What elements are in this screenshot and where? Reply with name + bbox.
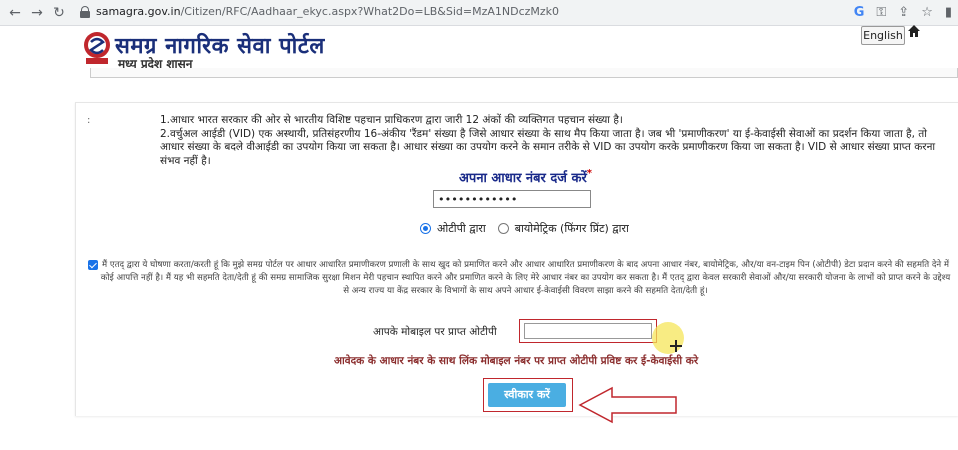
left-arrow-icon — [578, 386, 677, 424]
crosshair-cursor-icon — [670, 340, 682, 352]
lock-icon[interactable] — [80, 6, 90, 18]
otp-radio[interactable] — [420, 222, 431, 234]
aadhaar-heading-text: अपना आधार नंबर दर्ज करें — [459, 171, 587, 186]
otp-label: आपके मोबाइल पर प्राप्त ओटीपी — [373, 326, 497, 338]
aadhaar-heading: अपना आधार नंबर दर्ज करें* — [459, 168, 592, 186]
browser-toolbar: ← → ↻ samagra.gov.in/Citizen/RFC/Aadhaar… — [0, 0, 958, 26]
required-mark: * — [586, 168, 593, 179]
biometric-radio[interactable] — [497, 222, 509, 234]
aadhaar-info-text: 1.आधार भारत सरकार की ओर से भारतीय विशिष्… — [160, 114, 950, 168]
url-path: /Citizen/RFC/Aadhaar_ekyc.aspx?What2Do=L… — [180, 5, 560, 18]
otp-input[interactable] — [524, 323, 652, 339]
google-icon[interactable]: G — [854, 3, 865, 23]
otp-instruction-note: आवेदक के आधार नंबर के साथ लिंक मोबाइल नं… — [334, 355, 699, 367]
header-divider — [90, 68, 958, 78]
star-icon[interactable]: ☆ — [921, 3, 933, 23]
sidebar-icon[interactable]: ▮ — [945, 3, 952, 23]
reload-icon[interactable]: ↻ — [50, 4, 68, 22]
key-icon[interactable]: ⚿ — [876, 3, 886, 23]
address-bar[interactable]: samagra.gov.in/Citizen/RFC/Aadhaar_ekyc.… — [74, 2, 866, 24]
share-icon[interactable]: ⇪ — [898, 3, 909, 23]
consent-checkbox[interactable] — [88, 260, 98, 270]
url-text: samagra.gov.in/Citizen/RFC/Aadhaar_ekyc.… — [96, 5, 559, 18]
info-bullet: : — [87, 115, 91, 126]
aadhaar-number-input[interactable] — [433, 190, 591, 208]
consent-text: मैं एतद् द्वारा ये घोषणा करता/करती हूं क… — [100, 260, 951, 296]
info-line-2: 2.वर्चुअल आईडी (VID) एक अस्थायी, प्रतिसं… — [160, 127, 936, 167]
browser-action-icons: G ⚿ ⇪ ☆ ▮ — [854, 3, 952, 23]
english-language-button[interactable]: English — [861, 26, 905, 45]
samagra-logo-icon — [84, 32, 110, 64]
forward-arrow-icon[interactable]: → — [28, 4, 46, 22]
biometric-radio-label[interactable]: बायोमेट्रिक (फिंगर प्रिंट) द्वारा — [515, 221, 629, 236]
auth-method-group: ओटीपी द्वारा बायोमेट्रिक (फिंगर प्रिंट) … — [420, 220, 641, 236]
url-host: samagra.gov.in — [96, 5, 181, 18]
back-arrow-icon[interactable]: ← — [6, 4, 24, 22]
home-icon[interactable] — [907, 24, 921, 38]
otp-radio-label[interactable]: ओटीपी द्वारा — [437, 221, 486, 236]
accept-submit-button[interactable]: स्वीकार करें — [488, 383, 566, 407]
info-line-1: 1.आधार भारत सरकार की ओर से भारतीय विशिष्… — [160, 114, 623, 126]
